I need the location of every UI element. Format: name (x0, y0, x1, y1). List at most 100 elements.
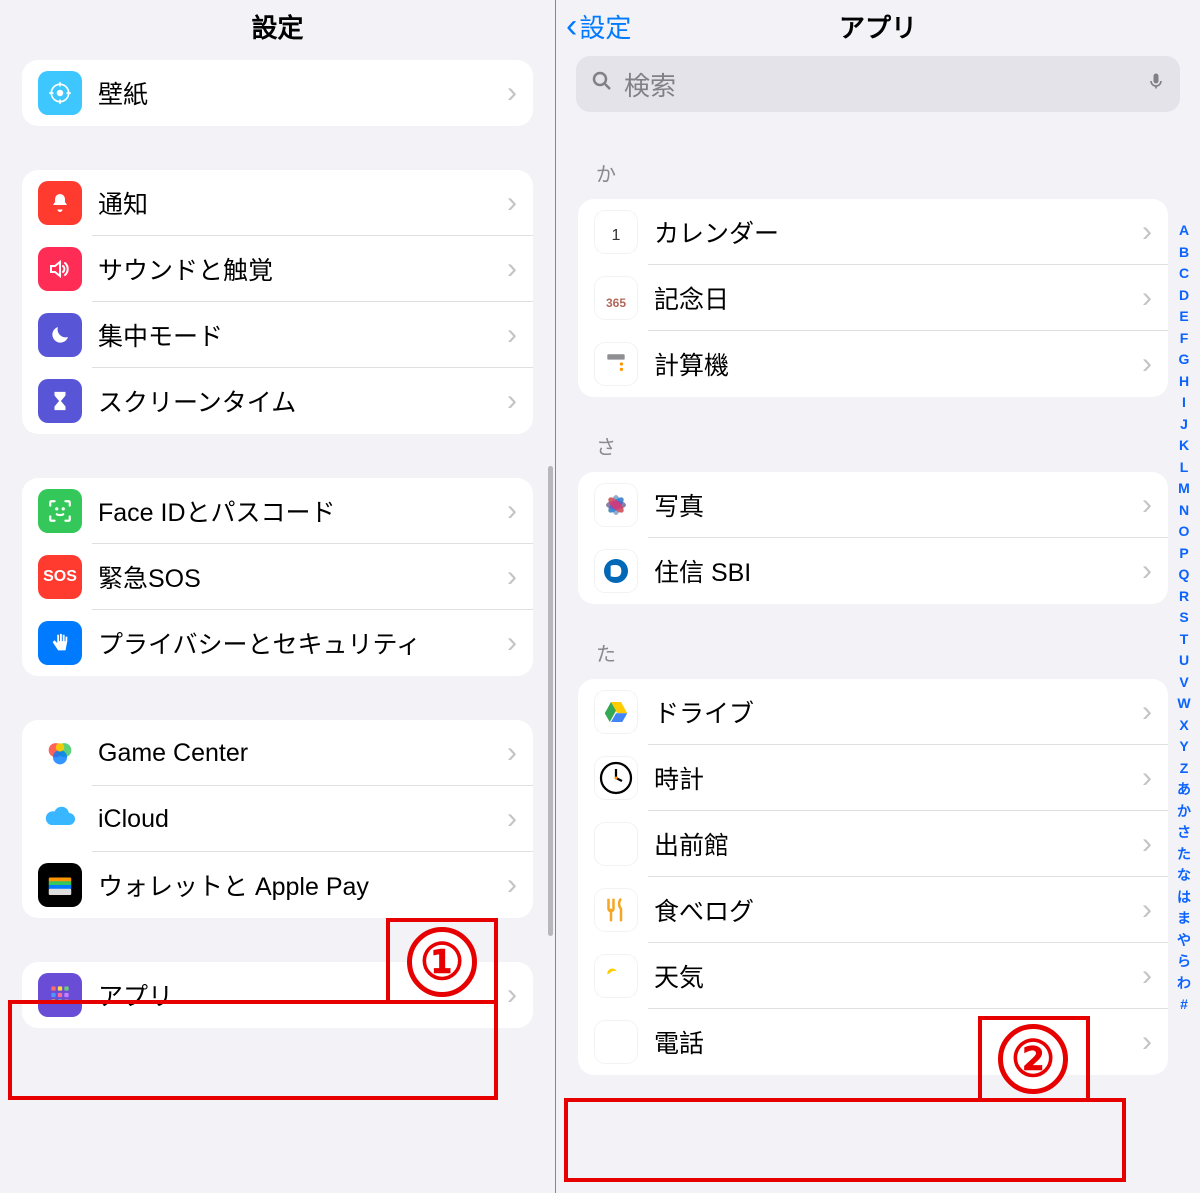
index-letter[interactable]: Z (1180, 758, 1189, 780)
row-screentime[interactable]: スクリーンタイム › (22, 368, 533, 434)
index-letter[interactable]: C (1179, 263, 1189, 285)
index-letter[interactable]: ら (1177, 951, 1191, 973)
index-letter[interactable]: な (1177, 865, 1191, 887)
row-label: 住信 SBI (654, 553, 1142, 589)
annotation-box-2 (564, 1098, 1126, 1182)
svg-text:1: 1 (612, 227, 621, 244)
row-tabelog[interactable]: 食べログ › (578, 877, 1168, 943)
index-letter[interactable]: I (1182, 392, 1186, 414)
section-header: さ (596, 431, 1168, 460)
row-label: 写真 (654, 487, 1142, 523)
search-input[interactable]: 検索 (576, 56, 1180, 112)
drive-icon (594, 690, 638, 734)
index-letter[interactable]: た (1177, 844, 1191, 866)
index-letter[interactable]: さ (1177, 822, 1191, 844)
index-letter[interactable]: W (1177, 693, 1190, 715)
chevron-right-icon: › (1142, 827, 1152, 861)
row-focus[interactable]: 集中モード › (22, 302, 533, 368)
row-wallpaper[interactable]: 壁紙 › (22, 60, 533, 126)
row-wallet[interactable]: ウォレットと Apple Pay › (22, 852, 533, 918)
index-scrubber[interactable]: ABCDEFGHIJKLMNOPQRSTUVWXYZあかさたなはまやらわ# (1174, 220, 1194, 1016)
index-letter[interactable]: ま (1177, 908, 1191, 930)
row-label: 電話 (654, 1024, 1142, 1060)
index-letter[interactable]: F (1180, 328, 1189, 350)
index-letter[interactable]: G (1179, 349, 1190, 371)
index-letter[interactable]: N (1179, 500, 1189, 522)
index-letter[interactable]: Q (1179, 564, 1190, 586)
row-anniversary[interactable]: 365 記念日 › (578, 265, 1168, 331)
chevron-right-icon: › (1142, 215, 1152, 249)
mic-icon[interactable] (1146, 69, 1166, 100)
index-letter[interactable]: か (1177, 801, 1191, 823)
row-demae[interactable]: 出前館 › (578, 811, 1168, 877)
chevron-right-icon: › (507, 868, 517, 902)
gamecenter-icon (38, 731, 82, 775)
hand-icon (38, 621, 82, 665)
row-drive[interactable]: ドライブ › (578, 679, 1168, 745)
index-letter[interactable]: A (1179, 220, 1189, 242)
row-calculator[interactable]: 計算機 › (578, 331, 1168, 397)
index-letter[interactable]: O (1179, 521, 1190, 543)
chevron-right-icon: › (507, 76, 517, 110)
row-label: 通知 (98, 185, 507, 221)
row-sbi[interactable]: 住信 SBI › (578, 538, 1168, 604)
row-clock[interactable]: 時計 › (578, 745, 1168, 811)
apps-group: 写真 › 住信 SBI › (578, 472, 1168, 604)
hourglass-icon (38, 379, 82, 423)
index-letter[interactable]: # (1180, 994, 1188, 1016)
index-letter[interactable]: H (1179, 371, 1189, 393)
apps-content: か 1 カレンダー › 365 記念日 › 計算機 › さ (556, 158, 1200, 1075)
speaker-icon (38, 247, 82, 291)
row-sounds[interactable]: サウンドと触覚 › (22, 236, 533, 302)
apps-group: ドライブ › 時計 › 出前館 › 食べログ (578, 679, 1168, 1075)
sbi-icon (594, 549, 638, 593)
back-label: 設定 (579, 8, 631, 45)
row-phone[interactable]: 電話 › (578, 1009, 1168, 1075)
row-weather[interactable]: 天気 › (578, 943, 1168, 1009)
index-letter[interactable]: B (1179, 242, 1189, 264)
index-letter[interactable]: あ (1177, 779, 1191, 801)
row-notifications[interactable]: 通知 › (22, 170, 533, 236)
index-letter[interactable]: K (1179, 435, 1189, 457)
settings-content: 壁紙 › 通知 › サウンドと触覚 › (0, 60, 555, 1028)
index-letter[interactable]: J (1180, 414, 1188, 436)
clock-icon (594, 756, 638, 800)
index-letter[interactable]: E (1179, 306, 1188, 328)
chevron-right-icon: › (1142, 281, 1152, 315)
chevron-right-icon: › (1142, 893, 1152, 927)
index-letter[interactable]: わ (1177, 973, 1191, 995)
index-letter[interactable]: は (1177, 887, 1191, 909)
chevron-right-icon: › (507, 736, 517, 770)
index-letter[interactable]: S (1179, 607, 1188, 629)
index-letter[interactable]: V (1179, 672, 1188, 694)
annotation-number-2: ② (998, 1024, 1068, 1094)
row-label: 集中モード (98, 317, 507, 353)
page-title: アプリ (839, 8, 917, 45)
scrollbar[interactable] (548, 466, 553, 936)
row-gamecenter[interactable]: Game Center › (22, 720, 533, 786)
chevron-right-icon: › (1142, 959, 1152, 993)
annotation-number-1: ① (407, 927, 477, 997)
weather-icon (594, 954, 638, 998)
row-label: 緊急SOS (98, 559, 507, 595)
index-letter[interactable]: M (1178, 478, 1190, 500)
row-calendar[interactable]: 1 カレンダー › (578, 199, 1168, 265)
index-letter[interactable]: D (1179, 285, 1189, 307)
index-letter[interactable]: X (1179, 715, 1188, 737)
row-privacy[interactable]: プライバシーとセキュリティ › (22, 610, 533, 676)
index-letter[interactable]: T (1180, 629, 1189, 651)
row-icloud[interactable]: iCloud › (22, 786, 533, 852)
index-letter[interactable]: や (1177, 930, 1191, 952)
row-label: 計算機 (654, 346, 1142, 382)
row-sos[interactable]: SOS 緊急SOS › (22, 544, 533, 610)
index-letter[interactable]: Y (1179, 736, 1188, 758)
index-letter[interactable]: L (1180, 457, 1189, 479)
row-label: 食べログ (654, 892, 1142, 928)
chevron-right-icon: › (1142, 695, 1152, 729)
index-letter[interactable]: U (1179, 650, 1189, 672)
row-faceid[interactable]: Face IDとパスコード › (22, 478, 533, 544)
index-letter[interactable]: R (1179, 586, 1189, 608)
row-photos[interactable]: 写真 › (578, 472, 1168, 538)
back-button[interactable]: ‹ 設定 (566, 8, 631, 45)
index-letter[interactable]: P (1179, 543, 1188, 565)
